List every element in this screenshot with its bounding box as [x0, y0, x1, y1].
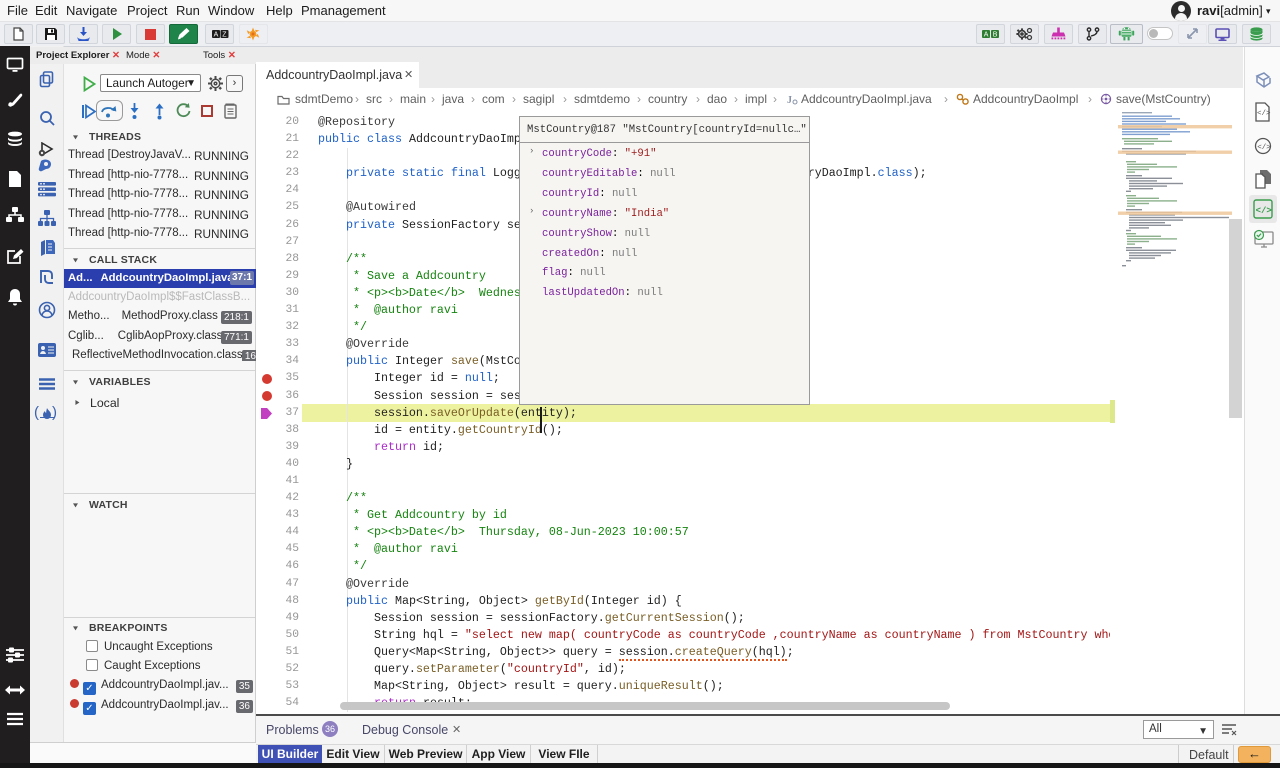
- svg-text:A: A: [214, 32, 219, 39]
- svg-text:J: J: [787, 95, 792, 105]
- svg-text:</>: </>: [1256, 206, 1272, 216]
- svg-text:</>: </>: [1257, 110, 1271, 118]
- svg-text:</>: </>: [1257, 144, 1271, 152]
- svg-text:B: B: [993, 32, 998, 39]
- svg-text:Z: Z: [222, 32, 227, 39]
- svg-text:A: A: [984, 32, 989, 39]
